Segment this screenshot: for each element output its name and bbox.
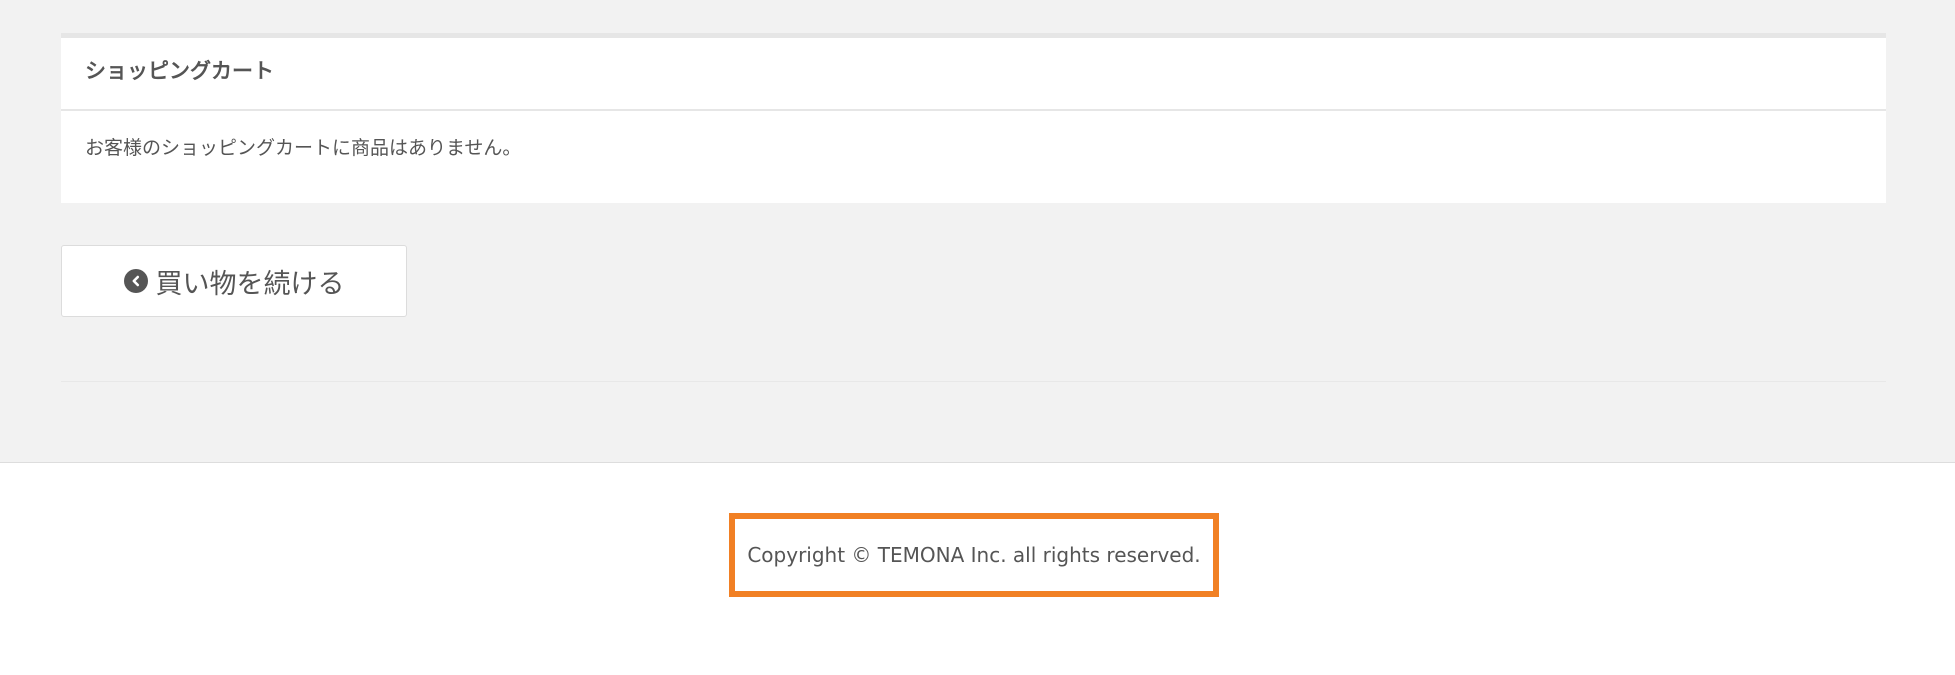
cart-title: ショッピングカート bbox=[85, 58, 274, 83]
main-content: ショッピングカート お客様のショッピングカートに商品はありません。 買い物を続け… bbox=[0, 0, 1955, 463]
chevron-left-circle-icon bbox=[123, 269, 148, 293]
footer: Copyright © TEMONA Inc. all rights reser… bbox=[0, 464, 1955, 675]
content-divider bbox=[61, 381, 1886, 382]
cart-empty-message: お客様のショッピングカートに商品はありません。 bbox=[85, 137, 522, 159]
continue-shopping-label: 買い物を続ける bbox=[155, 268, 345, 300]
copyright-text: Copyright © TEMONA Inc. all rights reser… bbox=[747, 543, 1201, 567]
cart-panel-header: ショッピングカート bbox=[61, 38, 1886, 111]
continue-shopping-button[interactable]: 買い物を続ける bbox=[61, 245, 407, 317]
copyright-highlight-box: Copyright © TEMONA Inc. all rights reser… bbox=[729, 513, 1219, 597]
cart-panel: ショッピングカート お客様のショッピングカートに商品はありません。 bbox=[61, 33, 1886, 203]
